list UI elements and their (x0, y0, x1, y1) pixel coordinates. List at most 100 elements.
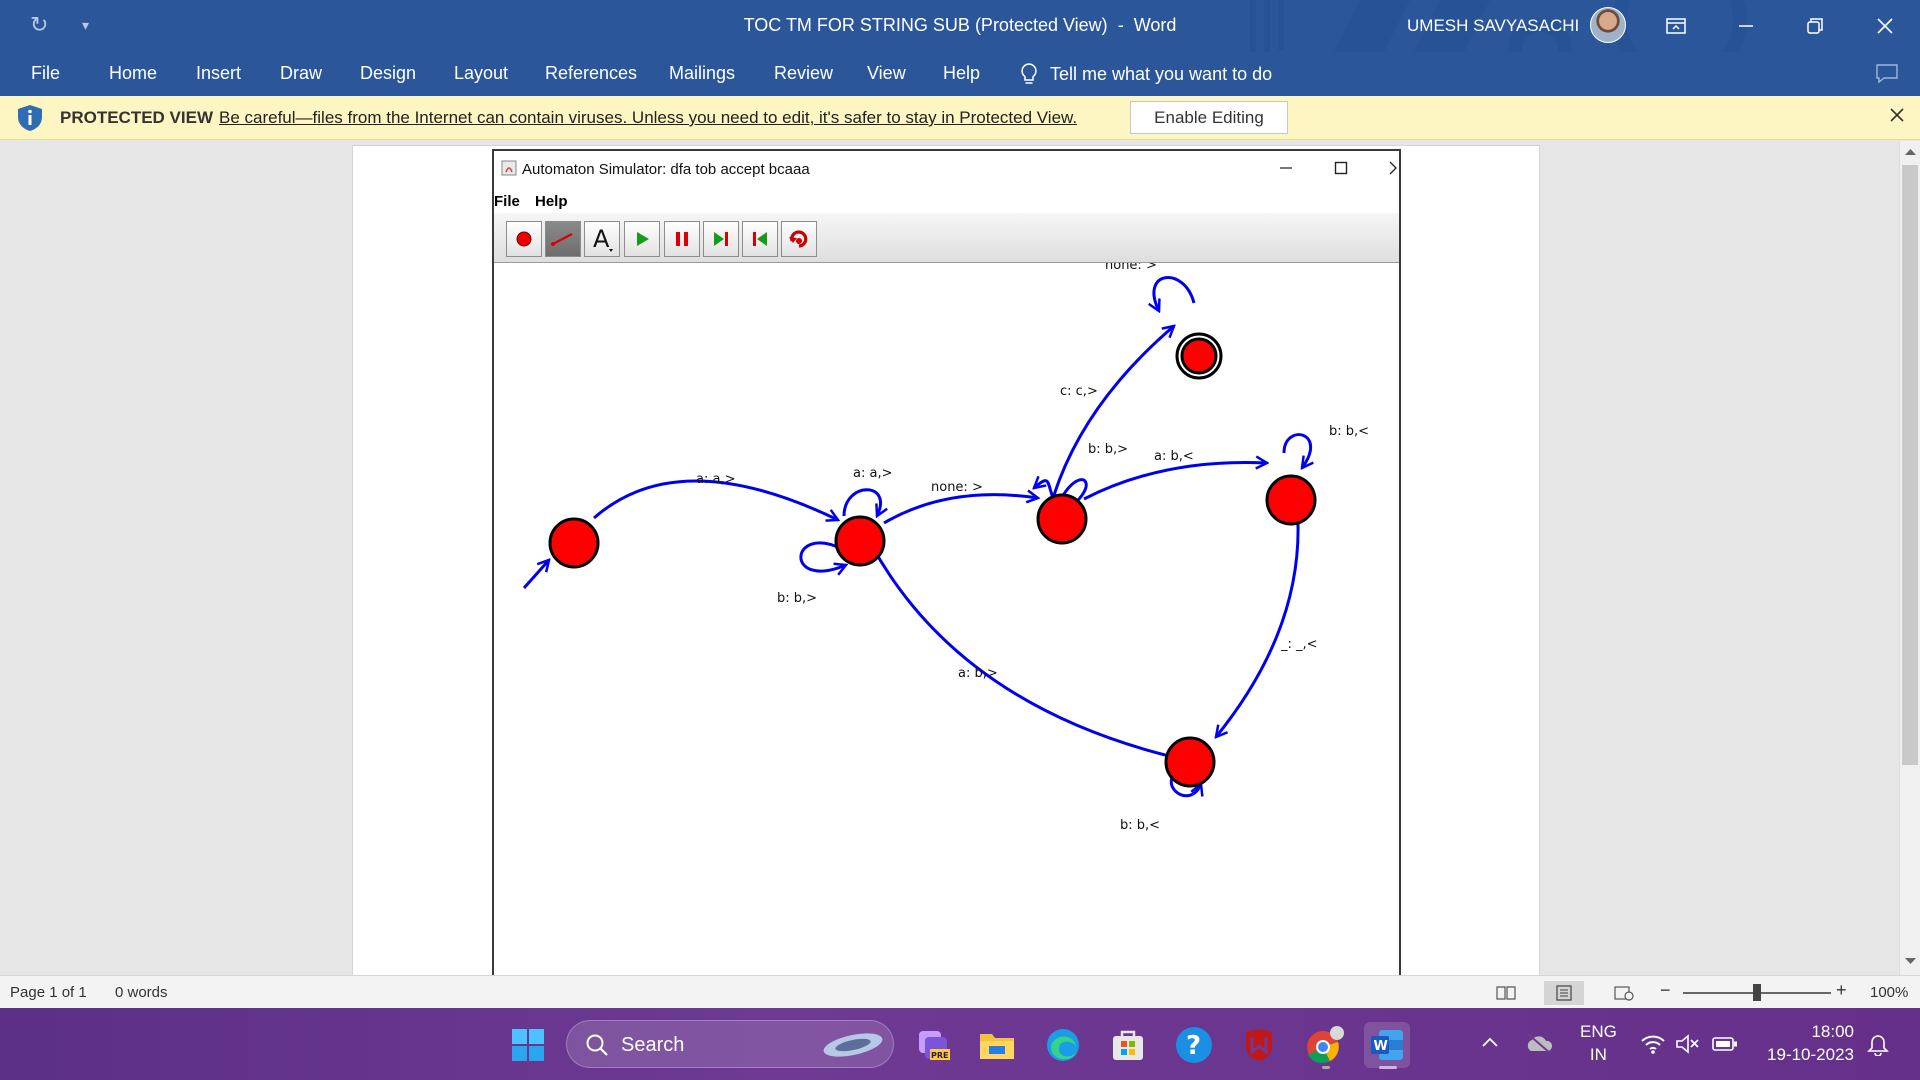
read-mode-icon (1496, 986, 1516, 1000)
add-state-button[interactable] (506, 221, 542, 257)
tab-design[interactable]: Design (360, 63, 416, 84)
step-forward-icon (714, 232, 728, 246)
onedrive-icon[interactable] (1524, 1032, 1554, 1054)
protected-view-message[interactable]: Be careful—files from the Internet can c… (219, 108, 1077, 128)
close-icon[interactable] (1388, 161, 1400, 175)
pause-button[interactable] (664, 221, 700, 257)
taskbar-edge[interactable] (1040, 1022, 1086, 1068)
web-layout-button[interactable] (1604, 981, 1644, 1005)
reset-button[interactable] (742, 221, 778, 257)
vertical-scrollbar[interactable] (1899, 141, 1920, 975)
close-button[interactable] (1855, 0, 1915, 52)
zoom-slider-thumb[interactable] (1753, 984, 1761, 1001)
automaton-canvas[interactable]: a: a,> a: a,> b: b,> none: > b: b,> c: c… (494, 258, 1399, 989)
taskbar-chrome[interactable] (1302, 1022, 1348, 1068)
state-q4[interactable] (1164, 736, 1216, 788)
customize-qat-icon[interactable]: ▾ (82, 17, 89, 34)
shield-info-icon (18, 105, 42, 131)
show-hidden-icons-icon[interactable] (1481, 1036, 1499, 1048)
add-transition-button[interactable] (545, 221, 581, 257)
title-separator: - (1117, 15, 1124, 35)
avatar[interactable] (1590, 7, 1626, 43)
mcafee-shield-icon (1246, 1029, 1272, 1061)
minimize-button[interactable] (1716, 0, 1776, 52)
autosave-icon[interactable]: ↻ (30, 12, 48, 38)
tab-draw[interactable]: Draw (280, 63, 322, 84)
input-language[interactable]: ENG IN (1580, 1020, 1617, 1066)
ribbon-display-options-button[interactable] (1646, 0, 1706, 52)
state-q3[interactable] (1265, 474, 1317, 526)
taskbar-mcafee[interactable] (1236, 1022, 1282, 1068)
tab-review[interactable]: Review (774, 63, 833, 84)
state-accept[interactable] (1180, 337, 1218, 375)
copilot-pre-icon: PRE (919, 1031, 950, 1060)
tell-me-search[interactable]: Tell me what you want to do (1020, 60, 1272, 88)
label-q1-q2: none: > (931, 480, 983, 495)
svg-text:A: A (593, 225, 610, 253)
svg-text:PRE: PRE (931, 1051, 949, 1060)
scroll-up-icon[interactable] (1904, 146, 1917, 159)
transition-tool-icon (551, 232, 573, 246)
state-tool-icon (516, 231, 532, 247)
tab-view[interactable]: View (867, 63, 906, 84)
notification-bell-icon[interactable] (1867, 1034, 1889, 1056)
close-icon (1877, 18, 1893, 34)
simulator-toolbar: A (494, 213, 1399, 263)
battery-icon[interactable] (1712, 1035, 1738, 1053)
simulator-title-bar: Automaton Simulator: dfa tob accept bcaa… (494, 151, 1399, 185)
zoom-out-icon[interactable]: − (1660, 980, 1671, 1001)
step-button[interactable] (703, 221, 739, 257)
enable-editing-button[interactable]: Enable Editing (1130, 101, 1288, 134)
undo-button[interactable] (781, 221, 817, 257)
store-icon (1113, 1030, 1143, 1060)
word-title-bar: ↻ ▾ TOC TM FOR STRING SUB (Protected Vie… (0, 0, 1920, 87)
tab-mailings[interactable]: Mailings (669, 63, 735, 84)
read-mode-button[interactable] (1486, 981, 1526, 1005)
minimize-icon[interactable] (1278, 163, 1294, 173)
state-q2[interactable] (1036, 493, 1088, 545)
ribbon-tabs: File Home Insert Draw Design Layout Refe… (0, 52, 1920, 96)
sim-menu-help[interactable]: Help (535, 193, 568, 210)
taskbar-word[interactable]: W (1364, 1022, 1410, 1068)
label-q0-q1: a: a,> (696, 472, 735, 487)
maximize-icon[interactable] (1334, 161, 1348, 175)
print-layout-button[interactable] (1544, 981, 1584, 1005)
taskbar-file-explorer[interactable] (974, 1022, 1020, 1068)
search-icon (586, 1034, 608, 1056)
account-name[interactable]: UMESH SAVYASACHI (1407, 16, 1579, 36)
time: 18:00 (1811, 1022, 1854, 1041)
scrollbar-thumb[interactable] (1902, 165, 1918, 765)
close-icon[interactable] (1888, 106, 1906, 124)
speaker-muted-icon[interactable] (1675, 1033, 1701, 1055)
restore-button[interactable] (1785, 0, 1845, 52)
taskbar-get-help[interactable]: ? (1171, 1022, 1217, 1068)
scroll-down-icon[interactable] (1904, 954, 1917, 967)
svg-text:?: ? (1186, 1031, 1201, 1061)
taskbar-search[interactable]: Search (566, 1020, 894, 1068)
comments-button[interactable] (1876, 64, 1898, 89)
sim-menu-file[interactable]: File (494, 193, 520, 210)
folder-icon (980, 1034, 1014, 1059)
svg-text:W: W (1374, 1039, 1388, 1054)
state-q1[interactable] (834, 515, 886, 567)
run-button[interactable] (624, 221, 660, 257)
taskbar-copilot[interactable]: PRE (910, 1022, 956, 1068)
taskbar-store[interactable] (1105, 1022, 1151, 1068)
add-label-button[interactable]: A (584, 221, 620, 257)
start-button[interactable] (505, 1022, 551, 1068)
tab-help[interactable]: Help (943, 63, 980, 84)
tab-layout[interactable]: Layout (454, 63, 508, 84)
word-count[interactable]: 0 words (115, 984, 168, 1001)
clock[interactable]: 18:00 19-10-2023 (1762, 1020, 1854, 1066)
tab-insert[interactable]: Insert (196, 63, 241, 84)
region-code: IN (1589, 1045, 1607, 1064)
tab-file[interactable]: File (31, 63, 60, 84)
zoom-level[interactable]: 100% (1870, 984, 1908, 1001)
ribbon-display-icon (1666, 18, 1686, 34)
page-count[interactable]: Page 1 of 1 (10, 984, 87, 1001)
wifi-icon[interactable] (1640, 1033, 1666, 1055)
zoom-in-icon[interactable]: + (1836, 980, 1847, 1001)
state-q0[interactable] (548, 517, 600, 569)
tab-home[interactable]: Home (109, 63, 157, 84)
tab-references[interactable]: References (545, 63, 637, 84)
